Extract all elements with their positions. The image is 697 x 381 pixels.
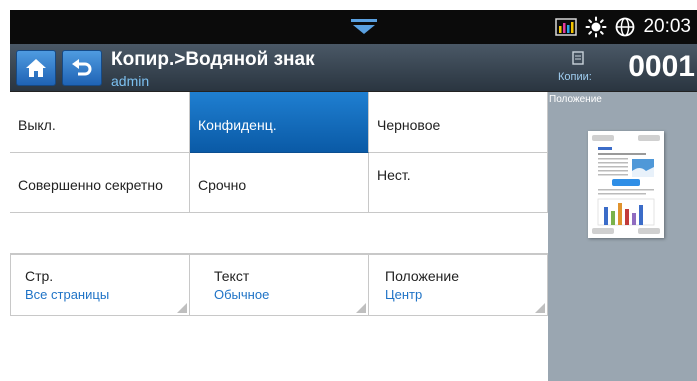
watermark-option-off[interactable]: Выкл. <box>10 92 190 153</box>
status-icons: 20:03 <box>555 10 697 44</box>
empty-row <box>10 213 548 254</box>
signal-bars-icon <box>555 18 578 36</box>
setting-label: Положение <box>385 268 459 284</box>
watermark-option-draft[interactable]: Черновое <box>369 92 548 153</box>
page-preview-thumbnail <box>588 131 664 238</box>
home-icon <box>26 59 46 77</box>
globe-icon <box>615 17 635 37</box>
home-button[interactable] <box>16 50 56 86</box>
position-setting-button[interactable]: Положение Центр <box>368 254 548 316</box>
preview-panel: Положение <box>548 92 697 381</box>
setting-value: Все страницы <box>25 287 110 302</box>
status-bar: 20:03 <box>10 10 697 44</box>
page-title: Копир.>Водяной знак <box>111 49 315 70</box>
status-time: 20:03 <box>643 16 691 37</box>
pages-setting-button[interactable]: Стр. Все страницы <box>10 254 190 316</box>
back-button[interactable] <box>62 50 102 86</box>
copies-label: Копии: <box>558 71 592 83</box>
setting-label: Текст <box>214 268 250 284</box>
option-label: Срочно <box>198 177 247 193</box>
document-preview-icon <box>592 135 660 234</box>
copies-count[interactable]: 0001 <box>628 50 695 84</box>
pull-down-tab-icon[interactable] <box>349 16 379 36</box>
option-label: Черновое <box>377 117 441 133</box>
copies-icon <box>571 51 585 72</box>
corner-triangle-icon <box>177 303 187 313</box>
watermark-option-urgent[interactable]: Срочно <box>190 153 369 213</box>
option-label: Нест. <box>377 167 411 183</box>
option-label: Конфиденц. <box>198 117 277 133</box>
header-bar: Копир.>Водяной знак admin Копии: 0001 <box>10 44 697 92</box>
corner-triangle-icon <box>535 303 545 313</box>
user-name: admin <box>111 73 150 89</box>
watermark-option-top-secret[interactable]: Совершенно секретно <box>10 153 190 213</box>
watermark-option-confidential[interactable]: Конфиденц. <box>190 92 369 153</box>
watermark-option-custom[interactable]: Нест. <box>369 153 548 213</box>
sun-icon <box>585 16 607 38</box>
text-setting-button[interactable]: Текст Обычное <box>189 254 369 316</box>
setting-value: Обычное <box>214 287 270 302</box>
setting-value: Центр <box>385 287 423 302</box>
setting-label: Стр. <box>25 268 54 284</box>
back-arrow-icon <box>72 59 92 76</box>
corner-triangle-icon <box>356 303 366 313</box>
option-label: Совершенно секретно <box>18 177 163 193</box>
preview-label: Положение <box>549 94 602 105</box>
option-label: Выкл. <box>18 117 56 133</box>
